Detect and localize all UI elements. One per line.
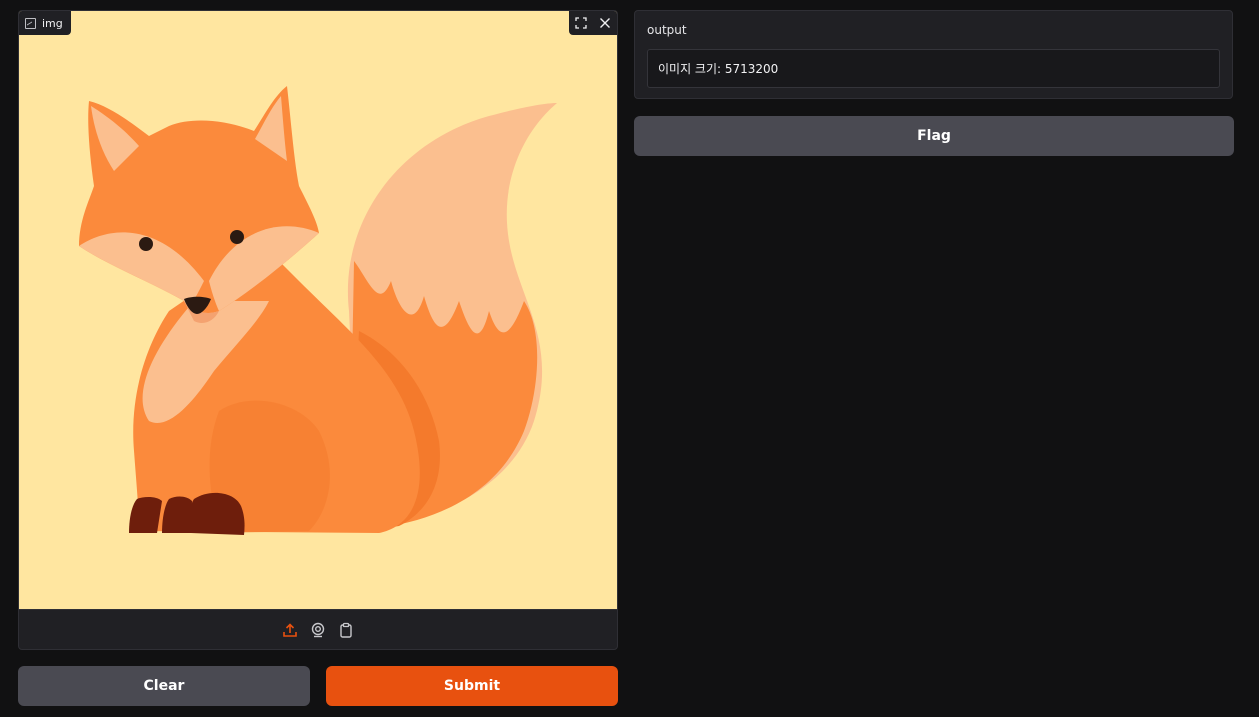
uploaded-image[interactable] bbox=[19, 11, 617, 609]
output-textbox[interactable]: 이미지 크기: 5713200 bbox=[647, 49, 1220, 88]
flag-button[interactable]: Flag bbox=[634, 116, 1234, 156]
webcam-icon[interactable] bbox=[308, 620, 328, 640]
fox-illustration bbox=[79, 86, 557, 535]
output-panel: output 이미지 크기: 5713200 bbox=[634, 10, 1233, 99]
image-source-toolbar bbox=[19, 609, 617, 649]
close-icon[interactable] bbox=[593, 11, 617, 35]
clipboard-icon[interactable] bbox=[336, 620, 356, 640]
upload-icon[interactable] bbox=[280, 620, 300, 640]
output-label: output bbox=[647, 23, 687, 37]
image-corner-tools bbox=[569, 11, 617, 35]
fullscreen-icon[interactable] bbox=[569, 11, 593, 35]
image-input-panel: img bbox=[18, 10, 618, 650]
image-input-label: img bbox=[19, 11, 71, 35]
clear-button[interactable]: Clear bbox=[18, 666, 310, 706]
submit-button[interactable]: Submit bbox=[326, 666, 618, 706]
gradio-app: img Clear Submit output 이미지 크기: 5713200 … bbox=[0, 0, 1259, 717]
image-icon bbox=[25, 17, 36, 29]
image-input-label-text: img bbox=[42, 16, 63, 30]
